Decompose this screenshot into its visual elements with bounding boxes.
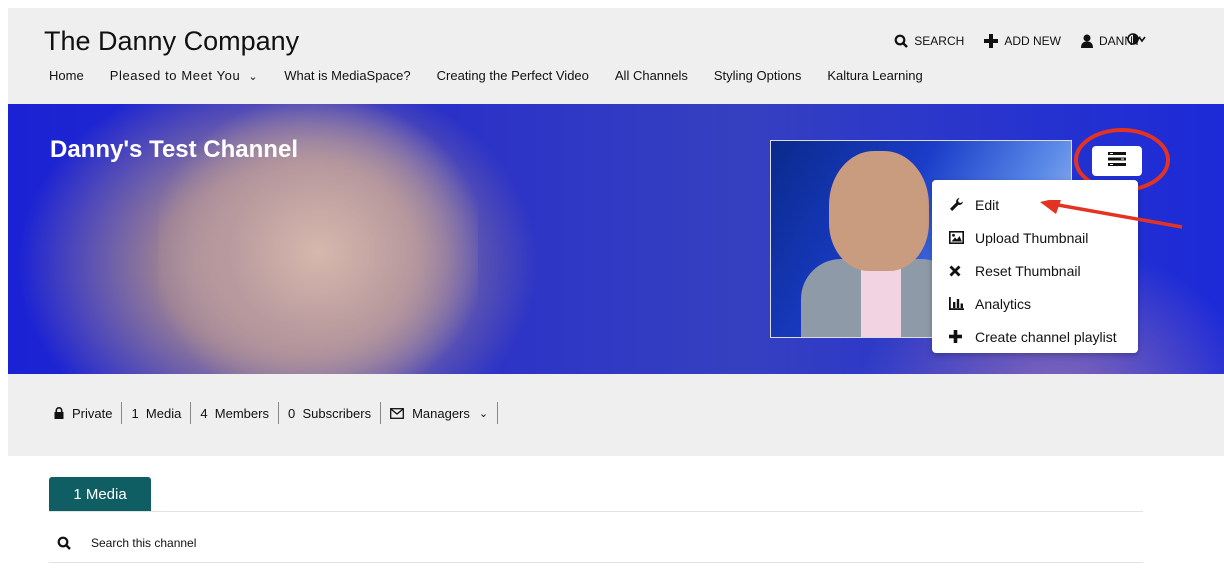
wrench-icon xyxy=(949,197,975,212)
menu-item-label: Edit xyxy=(975,196,1000,213)
subscribers-count: 0 Subscribers xyxy=(288,406,371,421)
nav-label: Creating the Perfect Video xyxy=(436,68,589,83)
nav-item-what-is-mediaspace[interactable]: What is MediaSpace? xyxy=(284,68,410,83)
media-count-label: 1 Media xyxy=(131,405,182,421)
nav-label: Pleased to Meet You xyxy=(109,68,241,83)
nav-label: Home xyxy=(49,68,84,83)
privacy-label: Private xyxy=(72,405,113,421)
channel-stats-bar: Private 1 Media 4 Members 0 Subscribers … xyxy=(8,374,1224,456)
channel-banner: Danny's Test Channel Edit Upload Thumbna… xyxy=(8,104,1224,374)
managers-dropdown[interactable]: Managers ⌄ xyxy=(390,406,488,421)
channel-stats: Private 1 Media 4 Members 0 Subscribers … xyxy=(54,402,507,424)
search-label: SEARCH xyxy=(914,34,965,48)
nav-label: Kaltura Learning xyxy=(827,68,923,83)
subscribers-count-label: 0 Subscribers xyxy=(287,405,372,421)
search-icon xyxy=(894,34,909,48)
add-new-label: ADD NEW xyxy=(1004,34,1061,48)
media-count: 1 Media xyxy=(131,406,181,421)
site-title[interactable]: The Danny Company xyxy=(44,26,299,57)
site-header: The Danny Company SEARCH ADD NEW DANNY H… xyxy=(8,8,1224,104)
search-button[interactable]: SEARCH xyxy=(894,34,964,48)
divider xyxy=(497,402,499,424)
add-new-button[interactable]: ADD NEW xyxy=(984,34,1061,48)
tab-divider xyxy=(49,511,1143,512)
divider xyxy=(277,402,279,424)
privacy-status: Private xyxy=(54,406,112,421)
thumbnail-person-shirt xyxy=(861,263,901,337)
nav-item-all-channels[interactable]: All Channels xyxy=(615,68,688,83)
divider xyxy=(190,402,192,424)
plus-icon xyxy=(984,34,999,48)
nav-label: All Channels xyxy=(614,68,688,83)
x-icon xyxy=(949,265,975,277)
channel-title: Danny's Test Channel xyxy=(50,136,298,163)
search-icon xyxy=(57,536,71,550)
envelope-icon xyxy=(390,407,405,419)
members-count[interactable]: 4 Members xyxy=(200,406,269,421)
menu-item-analytics[interactable]: Analytics xyxy=(932,287,1138,320)
image-icon xyxy=(949,231,975,244)
menu-item-reset-thumbnail[interactable]: Reset Thumbnail xyxy=(932,254,1138,287)
main-nav: Home Pleased to Meet You ⌄ What is MediaS… xyxy=(49,68,949,83)
lock-icon xyxy=(54,407,64,419)
nav-item-styling-options[interactable]: Styling Options xyxy=(714,68,801,83)
plus-icon xyxy=(949,330,975,343)
bar-chart-icon xyxy=(949,297,975,310)
thumbnail-person-face xyxy=(829,151,929,271)
menu-item-label: Create channel playlist xyxy=(975,328,1117,345)
search-channel-label: Search this channel xyxy=(91,536,197,550)
chevron-down-icon: ⌄ xyxy=(478,407,489,420)
search-divider xyxy=(49,562,1143,563)
nav-label: What is MediaSpace? xyxy=(284,68,411,83)
contrast-icon xyxy=(1127,33,1147,48)
nav-label: Styling Options xyxy=(713,68,802,83)
tab-media[interactable]: 1 Media xyxy=(49,477,151,511)
nav-item-creating-perfect-video[interactable]: Creating the Perfect Video xyxy=(437,68,589,83)
annotation-arrow xyxy=(1040,200,1183,229)
nav-item-home[interactable]: Home xyxy=(49,68,84,83)
nav-item-kaltura-learning[interactable]: Kaltura Learning xyxy=(827,68,922,83)
top-actions: SEARCH ADD NEW DANNY xyxy=(874,34,1141,48)
menu-item-label: Analytics xyxy=(975,295,1032,312)
managers-label: Managers xyxy=(412,405,470,421)
divider xyxy=(380,402,382,424)
theme-toggle-button[interactable] xyxy=(1127,33,1147,48)
menu-item-create-channel-playlist[interactable]: Create channel playlist xyxy=(932,320,1138,353)
channel-search[interactable]: Search this channel xyxy=(57,536,196,550)
nav-item-pleased-to-meet-you[interactable]: Pleased to Meet You ⌄ xyxy=(110,68,259,83)
menu-item-label: Reset Thumbnail xyxy=(975,262,1081,279)
user-icon xyxy=(1080,34,1093,48)
chevron-down-icon: ⌄ xyxy=(248,71,259,83)
divider xyxy=(121,402,123,424)
members-count-label: 4 Members xyxy=(200,405,269,421)
